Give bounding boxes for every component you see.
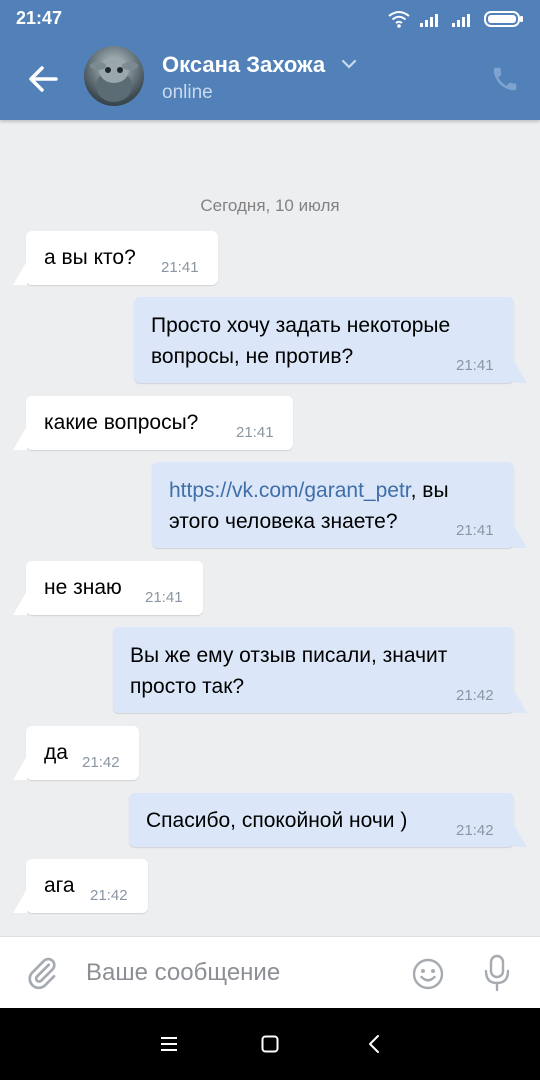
- bubble-tail: [513, 524, 527, 548]
- date-separator: Сегодня, 10 июля: [200, 196, 340, 215]
- message-incoming[interactable]: а вы кто? 21:41: [13, 231, 218, 285]
- message-text-line: этого человека знаете?: [169, 510, 398, 533]
- message-text-line: просто так?: [130, 675, 245, 698]
- status-bar: 21:47: [0, 0, 540, 38]
- message-input[interactable]: Ваше сообщение: [86, 959, 280, 987]
- message-text: какие вопросы?: [44, 411, 199, 434]
- message-incoming[interactable]: да 21:42: [13, 726, 139, 780]
- message-time: 21:42: [456, 822, 494, 839]
- message-text: ага: [44, 874, 75, 897]
- message-list[interactable]: Сегодня, 10 июля а вы кто? 21:41 Просто …: [0, 120, 540, 936]
- bubble-tail: [13, 756, 27, 780]
- message-text-line: Просто хочу задать некоторые: [151, 314, 451, 337]
- phone-icon[interactable]: [490, 64, 520, 94]
- message-text-line: вопросы, не против?: [151, 345, 354, 368]
- status-time: 21:47: [16, 8, 63, 28]
- paperclip-icon[interactable]: [24, 955, 60, 991]
- message-time: 21:42: [90, 887, 128, 904]
- message-text-line: Вы же ему отзыв писали, значит: [130, 644, 448, 667]
- message-outgoing[interactable]: Спасибо, спокойной ночи ) 21:42: [129, 793, 527, 847]
- bubble-tail: [13, 591, 27, 615]
- contact-name[interactable]: Оксана Захожа: [162, 52, 325, 78]
- message-incoming[interactable]: какие вопросы? 21:41: [13, 396, 293, 450]
- android-nav-bar: [0, 1008, 540, 1080]
- message-time: 21:41: [145, 589, 183, 606]
- message-time: 21:41: [161, 259, 199, 276]
- bubble-tail: [13, 261, 27, 285]
- contact-status: online: [162, 82, 213, 103]
- message-text: а вы кто?: [44, 246, 136, 269]
- avatar[interactable]: [84, 46, 144, 106]
- message-incoming[interactable]: не знаю 21:41: [13, 561, 203, 615]
- wifi-icon: [388, 11, 410, 28]
- message-incoming[interactable]: ага 21:42: [13, 859, 148, 913]
- message-text: Спасибо, спокойной ночи ): [146, 809, 408, 832]
- microphone-icon[interactable]: [482, 953, 512, 993]
- message-outgoing[interactable]: https://vk.com/garant_petr, вы этого чел…: [152, 462, 527, 548]
- bubble-tail: [513, 359, 527, 383]
- message-text: , вы: [410, 479, 449, 502]
- message-time: 21:42: [82, 754, 120, 771]
- battery-icon: [484, 11, 523, 27]
- emoji-icon[interactable]: [411, 957, 445, 991]
- message-time: 21:41: [456, 357, 494, 374]
- message-outgoing[interactable]: Просто хочу задать некоторые вопросы, не…: [134, 297, 527, 383]
- message-text-line: https://vk.com/garant_petr, вы: [169, 475, 449, 506]
- message-time: 21:42: [456, 687, 494, 704]
- signal-icon: [452, 14, 470, 27]
- message-time: 21:41: [236, 424, 274, 441]
- message-composer: Ваше сообщение: [0, 936, 540, 1009]
- status-icons: [388, 10, 524, 28]
- bubble-tail: [513, 689, 527, 713]
- chevron-down-icon[interactable]: [341, 58, 357, 70]
- message-text: да: [44, 741, 68, 764]
- message-text: не знаю: [44, 576, 122, 599]
- home-icon[interactable]: [260, 1034, 280, 1054]
- back-arrow-icon[interactable]: [26, 62, 60, 96]
- message-link[interactable]: https://vk.com/garant_petr: [169, 479, 411, 502]
- bubble-tail: [513, 823, 527, 847]
- chat-header: 21:47 Оксана Захожа online: [0, 0, 540, 120]
- bubble-tail: [13, 889, 27, 913]
- signal-icon: [420, 14, 438, 27]
- message-time: 21:41: [456, 522, 494, 539]
- bubble-tail: [13, 426, 27, 450]
- message-outgoing[interactable]: Вы же ему отзыв писали, значит просто та…: [113, 627, 527, 713]
- menu-icon[interactable]: [159, 1034, 179, 1054]
- back-nav-icon[interactable]: [365, 1034, 385, 1054]
